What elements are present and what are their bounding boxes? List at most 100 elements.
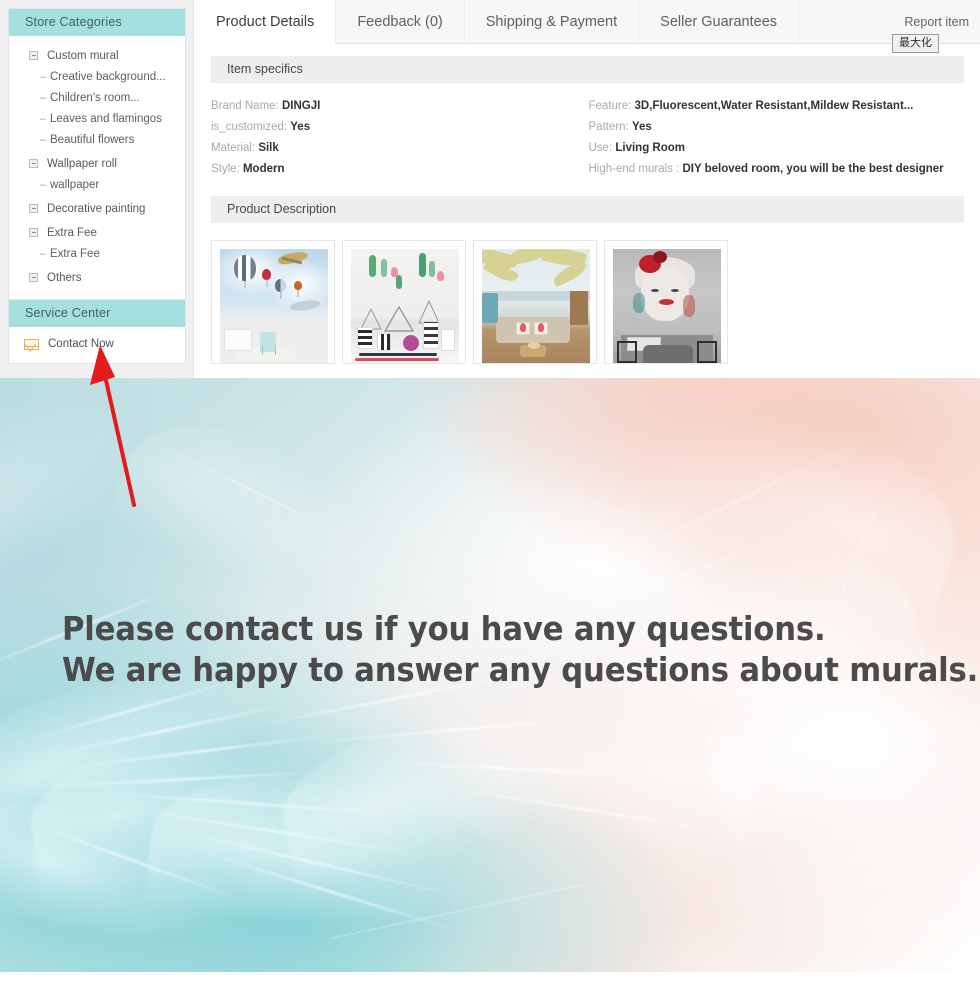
- spec-key: Use:: [588, 142, 613, 154]
- service-center-title: Service Center: [9, 300, 185, 327]
- store-categories-tree: Custom mural Creative background... Chil…: [9, 36, 185, 300]
- thumbnail-image: [351, 249, 459, 363]
- collapse-minus-icon[interactable]: [29, 51, 38, 60]
- banner-line-1: Please contact us if you have any questi…: [62, 609, 826, 648]
- tab-label: Product Details: [216, 13, 315, 30]
- thumbnail-image: [613, 249, 721, 363]
- sidebar-item-wallpaper-roll[interactable]: Wallpaper roll: [9, 153, 185, 174]
- pencil: [359, 353, 437, 356]
- product-description-thumbnails: [211, 240, 980, 364]
- tabbar-spacer: [799, 0, 905, 43]
- tab-label: Feedback (0): [357, 13, 443, 30]
- store-categories-title: Store Categories: [9, 9, 185, 36]
- sidebar-subitem-childrens-room[interactable]: Children's room...: [9, 87, 185, 108]
- sidebar-subitem-label: wallpaper: [50, 178, 100, 191]
- sidebar-subitem-label: Leaves and flamingos: [50, 112, 162, 125]
- tab-feedback[interactable]: Feedback (0): [336, 0, 465, 43]
- spec-value: Silk: [258, 142, 279, 154]
- mural-art-marilyn-icon: [613, 249, 721, 363]
- mural-art-balloons-icon: [220, 249, 328, 363]
- spec-row: Feature: 3D,Fluorescent,Water Resistant,…: [589, 96, 965, 117]
- blanket: [643, 345, 693, 363]
- sidebar-subitem-label: Creative background...: [50, 70, 166, 83]
- thumbnail-marilyn-monroe-portrait-mural[interactable]: [604, 240, 728, 364]
- thumbnail-palm-leaf-flamingo-sofa-mural[interactable]: [473, 240, 597, 364]
- spec-row: High-end murals : DIY beloved room, you …: [589, 159, 965, 180]
- sidebar-item-label: Others: [47, 271, 82, 284]
- contact-now-button[interactable]: Contact Now: [9, 331, 185, 357]
- sidebar-subitem-label: Children's room...: [50, 91, 140, 104]
- thumbnail-image: [482, 249, 590, 363]
- spec-key: High-end murals :: [588, 163, 680, 175]
- sofa: [496, 317, 570, 343]
- product-description-title: Product Description: [227, 202, 337, 216]
- item-specifics-right-column: Feature: 3D,Fluorescent,Water Resistant,…: [588, 96, 965, 180]
- envelope-icon: [24, 338, 39, 350]
- sidebar-subitem-beautiful-flowers[interactable]: Beautiful flowers: [9, 129, 185, 150]
- collapse-minus-icon[interactable]: [29, 273, 38, 282]
- banner-line-2: We are happy to answer any questions abo…: [62, 650, 979, 689]
- spec-key: is_customized:: [211, 121, 288, 133]
- service-center-body: Contact Now: [9, 327, 185, 363]
- spec-key: Pattern:: [588, 121, 629, 133]
- contact-banner: Please contact us if you have any questi…: [0, 378, 980, 972]
- face: [641, 265, 689, 321]
- report-item-label: Report item: [904, 14, 969, 29]
- item-specifics-title: Item specifics: [227, 62, 303, 76]
- contact-now-label: Contact Now: [48, 338, 114, 350]
- product-page-top: Store Categories Custom mural Creative b…: [0, 0, 980, 378]
- tab-seller-guarantees[interactable]: Seller Guarantees: [639, 0, 800, 43]
- content-column: Product Details Feedback (0) Shipping & …: [195, 0, 980, 378]
- spec-value: Living Room: [615, 142, 685, 154]
- item-specifics-grid: Brand Name: DINGJI is_customized: Yes Ma…: [211, 96, 964, 180]
- sidebar-subitem-leaves-and-flamingos[interactable]: Leaves and flamingos: [9, 108, 185, 129]
- sidebar-item-custom-mural[interactable]: Custom mural: [9, 45, 185, 66]
- maximize-tooltip: 最大化: [892, 34, 939, 53]
- thumbnail-kids-room-hot-air-balloons-mural[interactable]: [211, 240, 335, 364]
- collapse-minus-icon[interactable]: [29, 204, 38, 213]
- rose-icon: [653, 251, 667, 263]
- sidebar-item-label: Decorative painting: [47, 202, 146, 215]
- tab-label: Seller Guarantees: [660, 13, 778, 30]
- mural-art-cactus-icon: [351, 249, 459, 363]
- store-categories-panel: Store Categories Custom mural Creative b…: [8, 8, 186, 301]
- sidebar: Store Categories Custom mural Creative b…: [0, 0, 194, 378]
- page-root: Store Categories Custom mural Creative b…: [0, 0, 980, 994]
- sidebar-item-label: Wallpaper roll: [47, 157, 117, 170]
- spec-row: Style: Modern: [211, 159, 588, 180]
- lips: [659, 299, 674, 305]
- sidebar-item-label: Extra Fee: [47, 226, 97, 239]
- banner-text-block: Please contact us if you have any questi…: [62, 608, 979, 690]
- tab-product-details[interactable]: Product Details: [195, 0, 337, 44]
- spec-row: Material: Silk: [211, 138, 588, 159]
- maximize-tooltip-label: 最大化: [899, 37, 932, 49]
- mural-art-palm-icon: [482, 249, 590, 363]
- tab-shipping-payment[interactable]: Shipping & Payment: [464, 0, 640, 43]
- product-description-header: Product Description: [211, 196, 964, 223]
- sidebar-subitem-extra-fee[interactable]: Extra Fee: [9, 243, 185, 264]
- dresser: [224, 329, 252, 351]
- collapse-minus-icon[interactable]: [29, 228, 38, 237]
- item-specifics-left-column: Brand Name: DINGJI is_customized: Yes Ma…: [211, 96, 588, 180]
- collapse-minus-icon[interactable]: [29, 159, 38, 168]
- sidebar-subitem-label: Beautiful flowers: [50, 133, 135, 146]
- sidebar-item-extra-fee[interactable]: Extra Fee: [9, 222, 185, 243]
- spec-row: Pattern: Yes: [589, 117, 965, 138]
- thumbnail-cactus-flamingo-desk-mural[interactable]: [342, 240, 466, 364]
- spec-key: Style:: [211, 163, 240, 175]
- spec-value: Yes: [290, 121, 311, 133]
- spec-key: Brand Name:: [211, 100, 279, 112]
- sidebar-subitem-wallpaper[interactable]: wallpaper: [9, 174, 185, 195]
- spec-key: Feature:: [588, 100, 632, 112]
- spec-key: Material:: [211, 142, 256, 154]
- spec-value: Modern: [242, 163, 285, 175]
- spec-value: 3D,Fluorescent,Water Resistant,Mildew Re…: [634, 100, 914, 112]
- sidebar-subitem-label: Extra Fee: [50, 247, 100, 260]
- sidebar-item-others[interactable]: Others: [9, 267, 185, 288]
- item-specifics-header: Item specifics: [211, 56, 964, 83]
- sidebar-subitem-creative-background[interactable]: Creative background...: [9, 66, 185, 87]
- sidebar-item-decorative-painting[interactable]: Decorative painting: [9, 198, 185, 219]
- sidebar-item-label: Custom mural: [47, 49, 119, 62]
- spec-value: DINGJI: [281, 100, 321, 112]
- chair: [260, 332, 276, 355]
